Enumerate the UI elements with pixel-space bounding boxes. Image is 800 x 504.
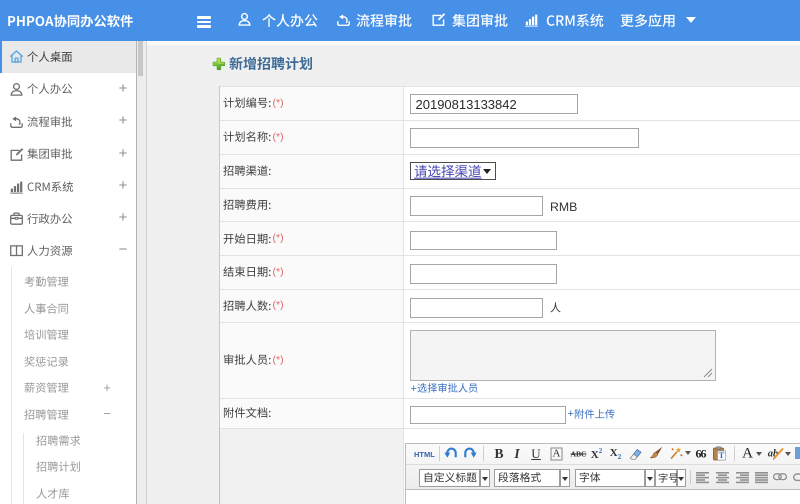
svg-text:T: T	[719, 450, 725, 460]
